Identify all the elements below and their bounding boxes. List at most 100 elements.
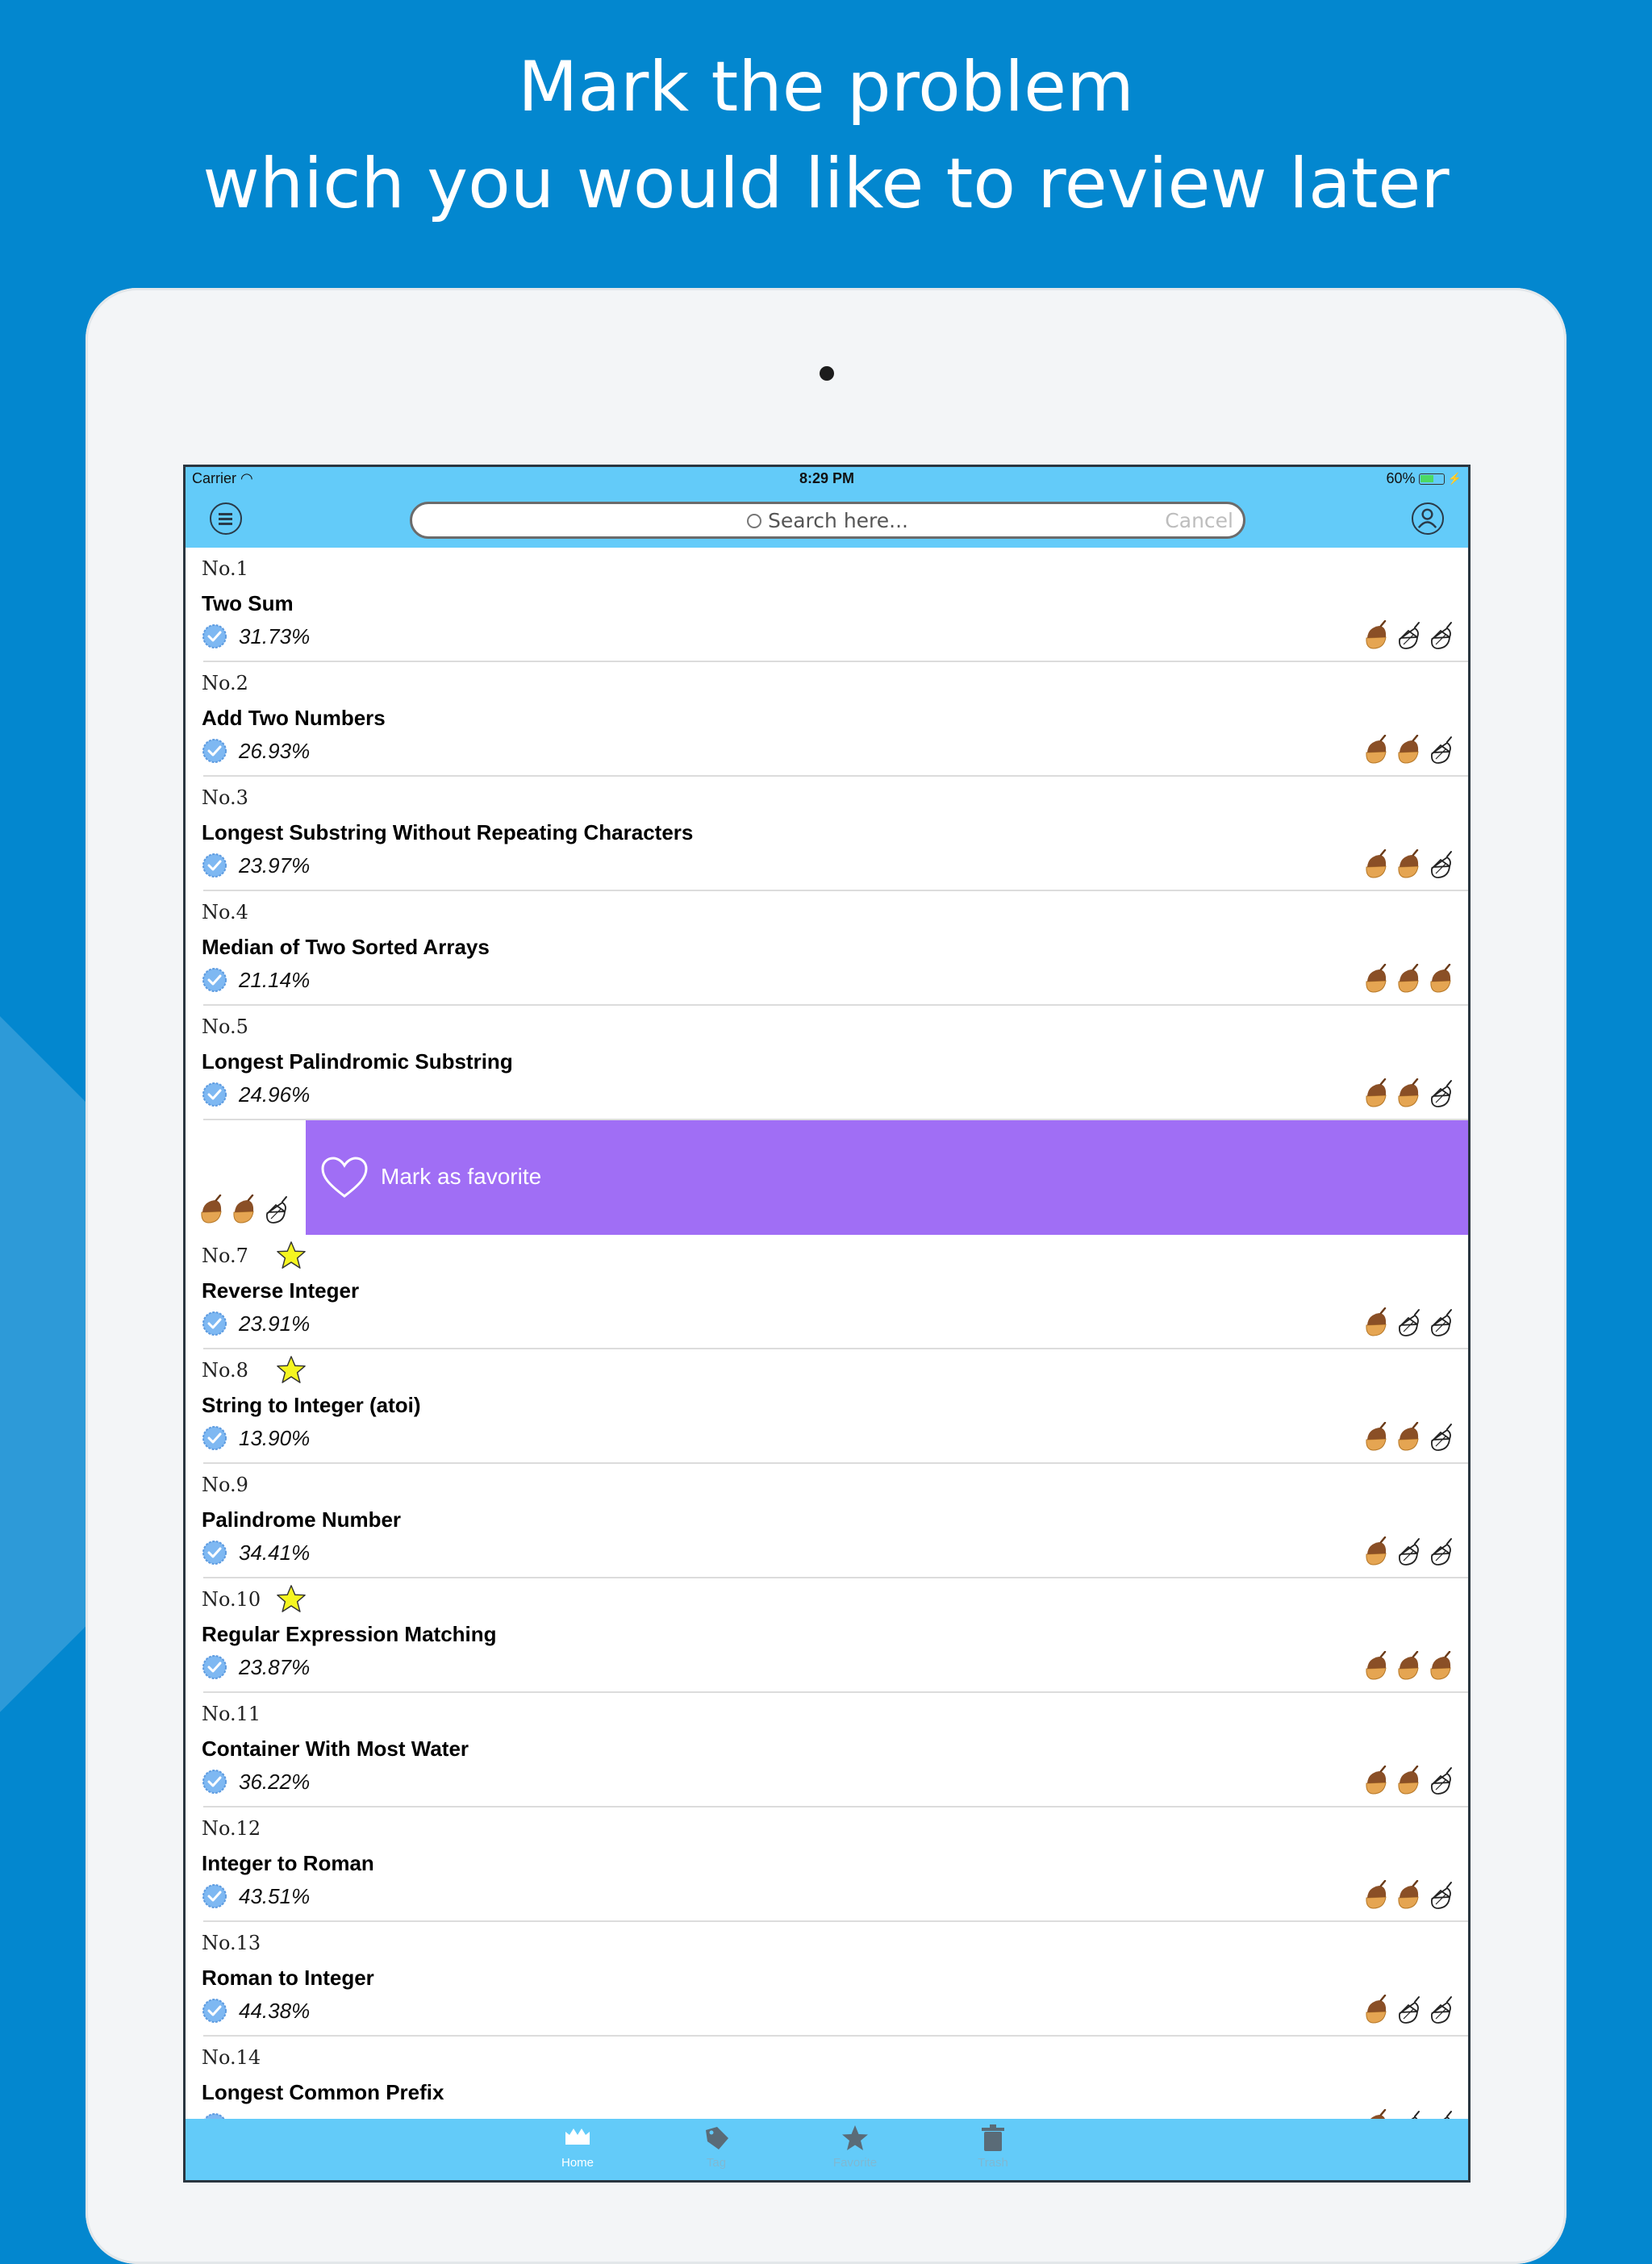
- difficulty-acorns: [197, 1195, 290, 1225]
- problem-title: Add Two Numbers: [202, 706, 386, 730]
- acorn-filled-icon[interactable]: [1426, 1651, 1455, 1682]
- acorn-outline-icon[interactable]: [1426, 1536, 1455, 1567]
- acorn-filled-icon[interactable]: [1394, 1422, 1423, 1453]
- nav-bar: Search here... Cancel: [186, 490, 1468, 548]
- difficulty-acorns: [1362, 849, 1455, 880]
- acorn-outline-icon[interactable]: [1426, 1880, 1455, 1911]
- search-cancel-button[interactable]: Cancel: [1165, 509, 1233, 532]
- clock: 8:29 PM: [799, 470, 855, 486]
- acorn-outline-icon[interactable]: [1426, 735, 1455, 765]
- problem-row[interactable]: No.11 Container With Most Water 36.22%: [186, 1693, 1468, 1807]
- problem-number: No.4: [202, 901, 248, 924]
- acorn-outline-icon[interactable]: [1426, 849, 1455, 880]
- profile-button[interactable]: [1412, 502, 1444, 535]
- problem-title: Palindrome Number: [202, 1507, 402, 1532]
- problem-title: Longest Palindromic Substring: [202, 1049, 513, 1074]
- acorn-filled-icon[interactable]: [197, 1195, 226, 1225]
- acorn-filled-icon[interactable]: [1362, 1307, 1391, 1338]
- problem-row[interactable]: No.7 Reverse Integer 23.91%: [186, 1235, 1468, 1349]
- check-badge-icon: [202, 1541, 227, 1565]
- difficulty-acorns: [1362, 1766, 1455, 1796]
- swiped-row[interactable]: Mark as favorite: [186, 1120, 1468, 1235]
- favorite-star-icon: [277, 1585, 306, 1612]
- problem-title: Integer to Roman: [202, 1851, 374, 1875]
- problem-number: No.3: [202, 786, 248, 809]
- tab-favorite[interactable]: Favorite: [815, 2124, 895, 2170]
- acorn-filled-icon[interactable]: [1362, 964, 1391, 994]
- problem-row[interactable]: No.8 String to Integer (atoi) 13.90%: [186, 1349, 1468, 1464]
- favorite-star-icon: [277, 1241, 306, 1269]
- problem-number: No.5: [202, 1015, 248, 1038]
- acorn-filled-icon[interactable]: [1394, 1880, 1423, 1911]
- problem-row[interactable]: No.4 Median of Two Sorted Arrays 21.14%: [186, 891, 1468, 1006]
- mark-as-favorite-button[interactable]: Mark as favorite: [306, 1120, 1468, 1235]
- acorn-filled-icon[interactable]: [1362, 1422, 1391, 1453]
- heart-icon: [321, 1157, 368, 1198]
- problem-row[interactable]: No.5 Longest Palindromic Substring 24.96%: [186, 1006, 1468, 1120]
- acorn-filled-icon[interactable]: [1362, 1766, 1391, 1796]
- acorn-outline-icon[interactable]: [1394, 1307, 1423, 1338]
- acorn-filled-icon[interactable]: [1394, 1078, 1423, 1109]
- tab-label: Home: [561, 2156, 594, 2170]
- problem-number: No.7: [202, 1245, 248, 1267]
- acorn-filled-icon[interactable]: [229, 1195, 258, 1225]
- tab-bar: Home Tag Favorite Trash: [186, 2119, 1468, 2180]
- difficulty-acorns: [1362, 1078, 1455, 1109]
- difficulty-acorns: [1362, 1307, 1455, 1338]
- acorn-outline-icon[interactable]: [1426, 620, 1455, 651]
- tab-tag[interactable]: Tag: [676, 2124, 757, 2170]
- acorn-outline-icon[interactable]: [261, 1195, 290, 1225]
- problem-row[interactable]: No.2 Add Two Numbers 26.93%: [186, 662, 1468, 777]
- tab-home[interactable]: Home: [537, 2124, 618, 2170]
- home-icon: [565, 2128, 590, 2145]
- acorn-outline-icon[interactable]: [1426, 1078, 1455, 1109]
- acorn-outline-icon[interactable]: [1426, 1766, 1455, 1796]
- battery-percent: 60%: [1386, 470, 1416, 486]
- problem-number: No.11: [202, 1703, 261, 1725]
- problem-row[interactable]: No.9 Palindrome Number 34.41%: [186, 1464, 1468, 1578]
- charging-icon: ⚡: [1447, 472, 1462, 485]
- headline-line-1: Mark the problem: [518, 47, 1134, 127]
- acorn-filled-icon[interactable]: [1362, 849, 1391, 880]
- problem-row[interactable]: No.1 Two Sum 31.73%: [186, 548, 1468, 662]
- acceptance-rate: 23.87%: [239, 1655, 311, 1679]
- acceptance-rate: 31.73%: [239, 624, 311, 648]
- search-bar[interactable]: Search here... Cancel: [410, 502, 1245, 539]
- acorn-filled-icon[interactable]: [1362, 1651, 1391, 1682]
- acorn-filled-icon[interactable]: [1362, 1536, 1391, 1567]
- problem-row[interactable]: No.13 Roman to Integer 44.38%: [186, 1922, 1468, 2037]
- menu-button[interactable]: [210, 502, 242, 535]
- problem-row[interactable]: No.10 Regular Expression Matching 23.87%: [186, 1578, 1468, 1693]
- acceptance-rate: 13.90%: [239, 1426, 311, 1450]
- acorn-outline-icon[interactable]: [1426, 1307, 1455, 1338]
- acorn-filled-icon[interactable]: [1394, 735, 1423, 765]
- acorn-filled-icon[interactable]: [1394, 964, 1423, 994]
- problem-list[interactable]: No.1 Two Sum 31.73% No.2 Add Two Numbers 26.9…: [186, 548, 1468, 2151]
- acorn-filled-icon[interactable]: [1362, 1995, 1391, 2025]
- check-badge-icon: [202, 1655, 227, 1679]
- favorite-star-icon: [277, 1356, 306, 1383]
- problem-row[interactable]: No.3 Longest Substring Without Repeating …: [186, 777, 1468, 891]
- acorn-outline-icon[interactable]: [1394, 1536, 1423, 1567]
- check-badge-icon: [202, 1311, 227, 1336]
- acorn-filled-icon[interactable]: [1394, 849, 1423, 880]
- tab-label: Trash: [978, 2156, 1008, 2170]
- problem-row[interactable]: No.12 Integer to Roman 43.51%: [186, 1807, 1468, 1922]
- battery-icon: [1418, 473, 1445, 485]
- check-badge-icon: [202, 1770, 227, 1794]
- acorn-filled-icon[interactable]: [1362, 735, 1391, 765]
- acorn-filled-icon[interactable]: [1362, 1078, 1391, 1109]
- acorn-filled-icon[interactable]: [1394, 1766, 1423, 1796]
- acorn-filled-icon[interactable]: [1362, 620, 1391, 651]
- acorn-outline-icon[interactable]: [1426, 1995, 1455, 2025]
- problem-number: No.9: [202, 1474, 248, 1496]
- search-input[interactable]: Search here...: [412, 509, 1243, 532]
- acceptance-rate: 44.38%: [239, 1999, 311, 2023]
- acorn-filled-icon[interactable]: [1362, 1880, 1391, 1911]
- acorn-filled-icon[interactable]: [1426, 964, 1455, 994]
- acorn-filled-icon[interactable]: [1394, 1651, 1423, 1682]
- tab-trash[interactable]: Trash: [953, 2124, 1033, 2170]
- acorn-outline-icon[interactable]: [1394, 1995, 1423, 2025]
- acorn-outline-icon[interactable]: [1394, 620, 1423, 651]
- acorn-outline-icon[interactable]: [1426, 1422, 1455, 1453]
